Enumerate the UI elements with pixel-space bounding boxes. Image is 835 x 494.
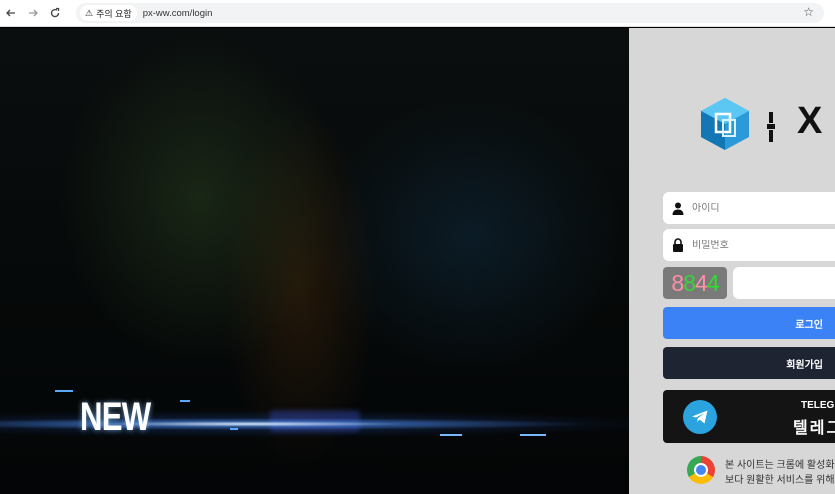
chrome-notice-line1: 본 사이트는 크롬에 활성화 bbox=[725, 460, 835, 471]
join-button[interactable]: 회원가입 bbox=[663, 347, 835, 379]
captcha-digit: 8 bbox=[671, 269, 684, 296]
back-icon[interactable] bbox=[0, 2, 22, 24]
light-blip bbox=[440, 434, 462, 436]
security-warning-chip[interactable]: ⚠ 주의 요함 bbox=[80, 5, 137, 21]
logo-text: X bbox=[797, 100, 829, 142]
password-field[interactable] bbox=[663, 229, 835, 261]
warning-triangle-icon: ⚠ bbox=[85, 7, 94, 18]
cube-logo-icon bbox=[701, 98, 749, 150]
new-badge-text: NEW bbox=[80, 395, 151, 439]
captcha-image: 8 8 4 4 bbox=[663, 267, 727, 299]
captcha-digit: 4 bbox=[695, 269, 708, 296]
captcha-digit: 4 bbox=[706, 269, 720, 296]
chrome-icon bbox=[687, 456, 715, 484]
address-bar[interactable]: ⚠ 주의 요함 px-ww.com/login ☆ bbox=[76, 3, 824, 23]
telegram-banner[interactable]: TELEG 텔레그 bbox=[663, 390, 835, 443]
captcha-digit: 8 bbox=[683, 269, 696, 296]
user-icon bbox=[671, 201, 685, 215]
telegram-subtitle: 텔레그 bbox=[793, 420, 835, 437]
lock-icon bbox=[671, 238, 685, 252]
hero-background: NEW bbox=[0, 28, 629, 494]
password-input[interactable] bbox=[692, 239, 822, 251]
logo-separator-icon bbox=[767, 112, 775, 142]
username-input[interactable] bbox=[692, 202, 822, 214]
light-blip bbox=[520, 434, 546, 436]
login-panel: X 8 8 4 4 로그인 회원가입 TELEG 텔레그 본 사이트는 크롬에 … bbox=[629, 28, 835, 494]
light-blip bbox=[180, 400, 190, 402]
forward-icon[interactable] bbox=[22, 2, 44, 24]
browser-toolbar: ⚠ 주의 요함 px-ww.com/login ☆ bbox=[0, 0, 835, 27]
reload-icon[interactable] bbox=[44, 2, 66, 24]
username-field[interactable] bbox=[663, 192, 835, 224]
star-icon[interactable]: ☆ bbox=[803, 5, 814, 19]
telegram-icon bbox=[683, 400, 717, 434]
url-text[interactable]: px-ww.com/login bbox=[143, 8, 213, 19]
login-button[interactable]: 로그인 bbox=[663, 307, 835, 339]
security-chip-label: 주의 요함 bbox=[96, 8, 132, 19]
chrome-notice-line2: 보다 원활한 서비스를 위해 bbox=[725, 475, 835, 486]
telegram-title: TELEG bbox=[801, 400, 835, 411]
light-blip bbox=[230, 428, 238, 430]
light-blip bbox=[55, 390, 73, 392]
captcha-input[interactable] bbox=[733, 267, 835, 299]
